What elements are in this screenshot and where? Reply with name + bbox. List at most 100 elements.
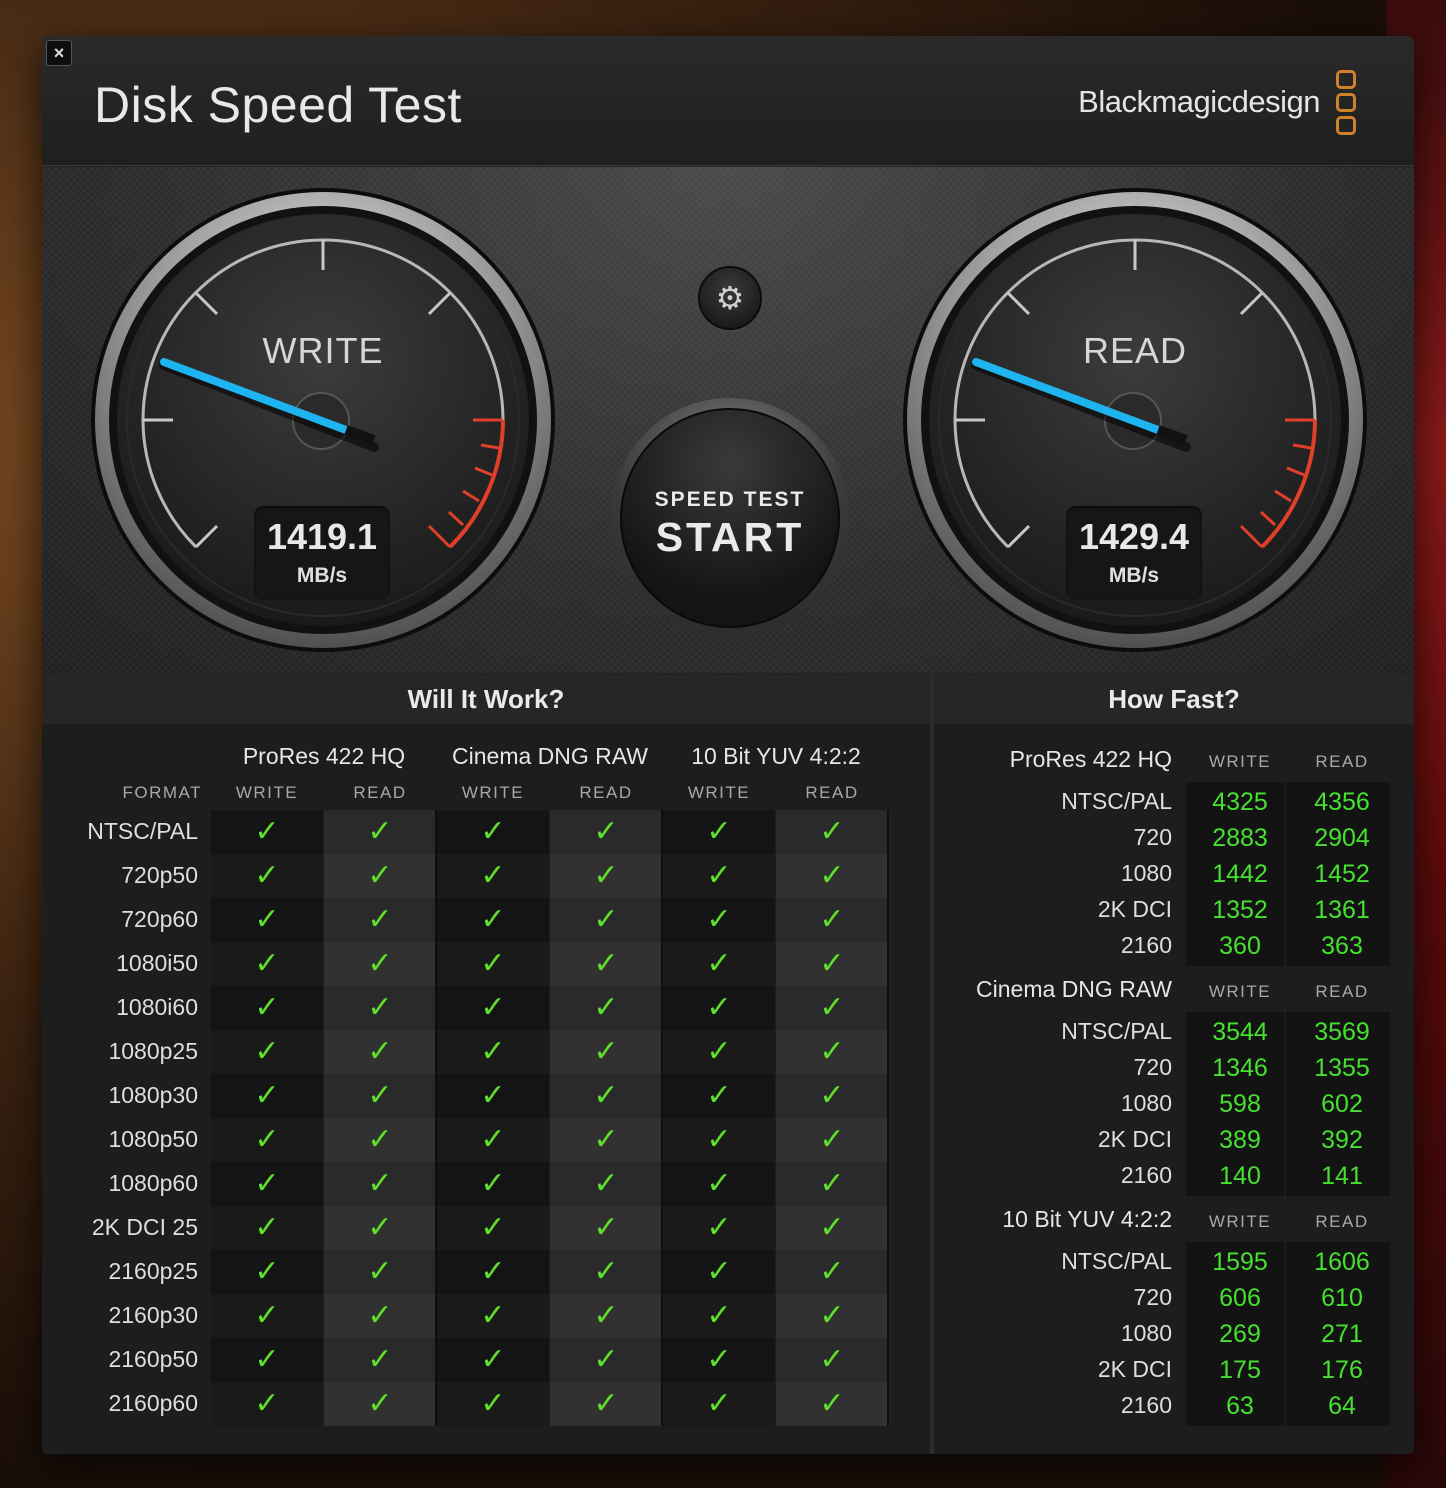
format-row-label: 2K DCI bbox=[1097, 1126, 1172, 1152]
compatibility-cell: ✓ bbox=[437, 1206, 549, 1250]
compatibility-cell: ✓ bbox=[324, 810, 436, 854]
read-fps-value: 363 bbox=[1321, 932, 1363, 960]
format-row-label: 2160p25 bbox=[108, 1258, 198, 1284]
read-fps-value: 1355 bbox=[1314, 1054, 1370, 1082]
compatibility-cell: ✓ bbox=[550, 1030, 662, 1074]
format-row-label: 1080p25 bbox=[108, 1038, 198, 1064]
compatibility-cell: ✓ bbox=[211, 942, 323, 986]
write-speed-unit: MB/s bbox=[296, 564, 348, 587]
compatibility-cell: ✓ bbox=[437, 1338, 549, 1382]
read-fps-value: 3569 bbox=[1314, 1018, 1370, 1046]
read-fps-value: 4356 bbox=[1314, 788, 1370, 816]
write-column-header: WRITE bbox=[461, 783, 525, 802]
format-row-label: 1080p30 bbox=[108, 1082, 198, 1108]
write-column-header: WRITE bbox=[1208, 982, 1272, 1001]
compatibility-cell: ✓ bbox=[437, 1382, 549, 1426]
compatibility-cell: ✓ bbox=[437, 1294, 549, 1338]
compatibility-cell: ✓ bbox=[437, 1250, 549, 1294]
speed-test-start-button[interactable]: SPEED TEST START bbox=[610, 398, 850, 638]
write-fps-value: 598 bbox=[1219, 1090, 1261, 1118]
how-fast-title: How Fast? bbox=[934, 674, 1414, 724]
format-row-label: 2160p30 bbox=[108, 1302, 198, 1328]
write-fps-value: 1442 bbox=[1212, 860, 1268, 888]
write-fps-value: 1346 bbox=[1212, 1054, 1268, 1082]
format-row-label: 1080 bbox=[1120, 1320, 1172, 1346]
compatibility-cell: ✓ bbox=[776, 1250, 888, 1294]
read-column-header: READ bbox=[579, 783, 633, 802]
codec-separator bbox=[661, 810, 663, 1426]
compatibility-cell: ✓ bbox=[550, 1250, 662, 1294]
start-button-face[interactable]: SPEED TEST START bbox=[620, 408, 840, 628]
close-button[interactable]: × bbox=[46, 40, 72, 66]
compatibility-cell: ✓ bbox=[663, 898, 775, 942]
compatibility-cell: ✓ bbox=[663, 1030, 775, 1074]
write-column-header: WRITE bbox=[687, 783, 751, 802]
write-fps-value: 269 bbox=[1219, 1320, 1261, 1348]
format-row-label: 1080i50 bbox=[116, 950, 198, 976]
compatibility-cell: ✓ bbox=[324, 942, 436, 986]
format-row-label: 2160p60 bbox=[108, 1390, 198, 1416]
codec-separator bbox=[887, 810, 889, 1426]
compatibility-cell: ✓ bbox=[663, 854, 775, 898]
compatibility-cell: ✓ bbox=[324, 1338, 436, 1382]
app-title: Disk Speed Test bbox=[94, 77, 462, 133]
compatibility-cell: ✓ bbox=[776, 1206, 888, 1250]
format-row-label: 2K DCI bbox=[1097, 1356, 1172, 1382]
write-fps-value: 606 bbox=[1219, 1284, 1261, 1312]
compatibility-cell: ✓ bbox=[437, 986, 549, 1030]
compatibility-cell: ✓ bbox=[663, 1206, 775, 1250]
compatibility-cell: ✓ bbox=[211, 810, 323, 854]
format-row-label: 2K DCI bbox=[1097, 896, 1172, 922]
compatibility-cell: ✓ bbox=[550, 1382, 662, 1426]
format-row-label: 2160 bbox=[1120, 932, 1172, 958]
will-it-work-panel: Will It Work? ProRes 422 HQ Cinema DNG RA… bbox=[42, 674, 930, 1454]
compatibility-cell: ✓ bbox=[776, 810, 888, 854]
write-fps-value: 3544 bbox=[1212, 1018, 1268, 1046]
codec-group-title: ProRes 422 HQ bbox=[1009, 746, 1172, 772]
compatibility-cell: ✓ bbox=[550, 1162, 662, 1206]
compatibility-cell: ✓ bbox=[211, 986, 323, 1030]
read-column-header: READ bbox=[805, 783, 859, 802]
compatibility-cell: ✓ bbox=[663, 1338, 775, 1382]
compatibility-cell: ✓ bbox=[324, 1074, 436, 1118]
start-button-label: START bbox=[655, 514, 805, 560]
compatibility-cell: ✓ bbox=[776, 942, 888, 986]
read-fps-value: 271 bbox=[1321, 1320, 1363, 1348]
compatibility-cell: ✓ bbox=[550, 898, 662, 942]
settings-button[interactable]: ⚙ bbox=[698, 266, 762, 330]
start-button-caption: SPEED TEST bbox=[654, 488, 806, 511]
compatibility-cell: ✓ bbox=[776, 1118, 888, 1162]
read-fps-value: 1452 bbox=[1314, 860, 1370, 888]
compatibility-cell: ✓ bbox=[211, 898, 323, 942]
write-gauge: WRITE 1419.1 MB/s bbox=[88, 185, 558, 655]
format-row-label: 720p60 bbox=[121, 906, 198, 932]
compatibility-cell: ✓ bbox=[324, 1294, 436, 1338]
compatibility-cell: ✓ bbox=[663, 942, 775, 986]
brand-name: Blackmagicdesign bbox=[1078, 84, 1320, 119]
compatibility-cell: ✓ bbox=[776, 1338, 888, 1382]
format-row-label: 1080p50 bbox=[108, 1126, 198, 1152]
read-fps-value: 1361 bbox=[1314, 896, 1370, 924]
codec-header: 10 Bit YUV 4:2:2 bbox=[691, 743, 861, 769]
compatibility-cell: ✓ bbox=[550, 942, 662, 986]
read-gauge: READ 1429.4 MB/s bbox=[900, 185, 1370, 655]
format-row-label: NTSC/PAL bbox=[1061, 1248, 1172, 1274]
write-readout: 1419.1 MB/s bbox=[254, 506, 390, 600]
compatibility-cell: ✓ bbox=[324, 1118, 436, 1162]
read-fps-value: 2904 bbox=[1314, 824, 1370, 852]
write-fps-value: 1595 bbox=[1212, 1248, 1268, 1276]
will-it-work-title: Will It Work? bbox=[42, 674, 930, 724]
compatibility-cell: ✓ bbox=[324, 1382, 436, 1426]
format-row-label: NTSC/PAL bbox=[1061, 1018, 1172, 1044]
write-fps-value: 2883 bbox=[1212, 824, 1268, 852]
compatibility-cell: ✓ bbox=[211, 1382, 323, 1426]
write-fps-value: 63 bbox=[1226, 1392, 1254, 1420]
write-fps-value: 140 bbox=[1219, 1162, 1261, 1190]
compatibility-cell: ✓ bbox=[324, 898, 436, 942]
compatibility-cell: ✓ bbox=[324, 1250, 436, 1294]
compatibility-cell: ✓ bbox=[324, 1162, 436, 1206]
compatibility-cell: ✓ bbox=[776, 1294, 888, 1338]
read-fps-value: 1606 bbox=[1314, 1248, 1370, 1276]
write-fps-value: 360 bbox=[1219, 932, 1261, 960]
compatibility-cell: ✓ bbox=[437, 942, 549, 986]
